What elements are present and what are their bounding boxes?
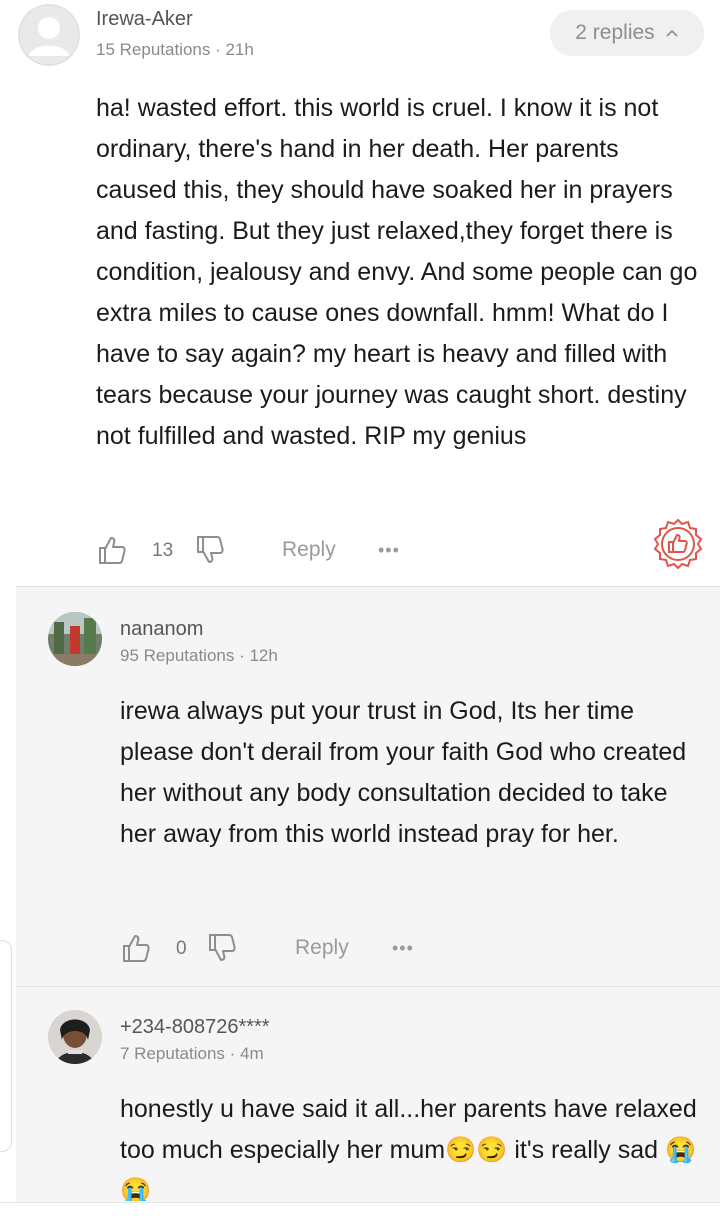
author-name[interactable]: nananom — [120, 618, 203, 641]
comment-text: ha! wasted effort. this world is cruel. … — [96, 94, 698, 450]
avatar[interactable] — [48, 612, 102, 666]
thumbs-up-icon — [123, 935, 150, 962]
replies-toggle-button[interactable]: 2 replies — [550, 10, 704, 56]
thumbs-up-icon — [99, 537, 126, 564]
thumbs-up-seal-icon[interactable] — [652, 518, 704, 575]
author-meta: 7 Reputations · 4m — [120, 1044, 264, 1063]
reply-button[interactable]: Reply — [282, 538, 336, 562]
avatar[interactable] — [48, 1010, 102, 1064]
reply-button[interactable]: Reply — [295, 936, 349, 960]
author-name[interactable]: +234-808726**** — [120, 1016, 270, 1039]
more-options-button[interactable]: ••• — [392, 938, 414, 959]
divider — [16, 986, 720, 987]
card-edge — [0, 940, 12, 1152]
more-options-button[interactable]: ••• — [378, 540, 400, 561]
author-name[interactable]: Irewa-Aker — [96, 8, 193, 31]
like-button[interactable] — [96, 534, 128, 571]
dislike-button[interactable] — [194, 534, 226, 571]
like-count: 0 — [176, 938, 187, 959]
avatar[interactable] — [18, 4, 80, 66]
like-button[interactable] — [120, 932, 152, 969]
bottom-divider — [0, 1202, 720, 1219]
reply-text: honestly u have said it all...her parent… — [120, 1095, 697, 1201]
like-count: 13 — [152, 540, 174, 561]
dislike-button[interactable] — [206, 932, 238, 969]
thumbs-down-icon — [197, 536, 224, 563]
reply-text: irewa always put your trust in God, Its … — [120, 697, 687, 848]
author-meta: 95 Reputations · 12h — [120, 646, 278, 665]
thumbs-down-icon — [209, 934, 236, 961]
author-meta: 15 Reputations · 21h — [96, 40, 254, 59]
replies-count: 2 replies — [575, 21, 655, 44]
chevron-up-icon — [665, 28, 679, 38]
